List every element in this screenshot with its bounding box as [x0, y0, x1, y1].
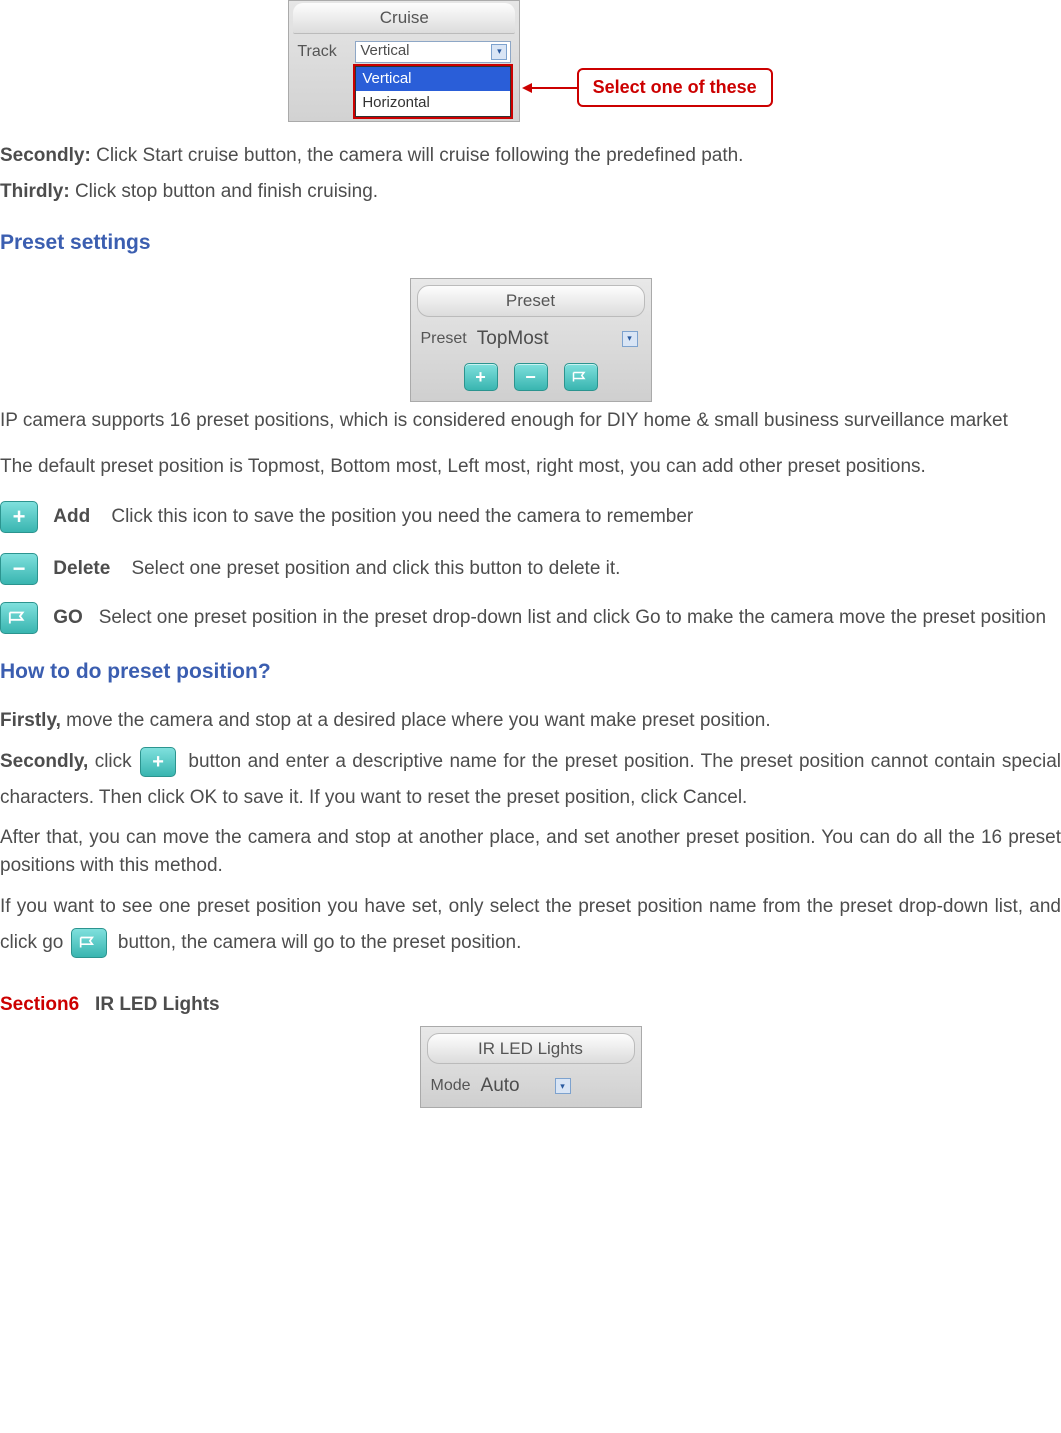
preset-selected: TopMost [477, 325, 549, 354]
secondly-line: Secondly: Click Start cruise button, the… [0, 142, 1061, 171]
cruise-option-horizontal[interactable]: Horizontal [356, 91, 510, 116]
preset-row-label: Preset [421, 327, 467, 351]
plus-icon: + [475, 364, 486, 391]
chevron-down-icon: ▾ [622, 331, 638, 347]
howto-heading: How to do preset position? [0, 656, 1061, 688]
preset-panel: Preset Preset TopMost ▾ + − [410, 278, 652, 402]
ir-panel-title: IR LED Lights [427, 1033, 635, 1065]
thirdly-label: Thirdly: [0, 181, 70, 202]
ir-panel: IR LED Lights Mode Auto ▾ [420, 1026, 642, 1108]
preset-p1: IP camera supports 16 preset positions, … [0, 402, 1061, 440]
go-label: GO [53, 607, 83, 628]
delete-label: Delete [53, 558, 110, 579]
flag-icon [0, 602, 38, 634]
go-definition: GO Select one preset position in the pre… [0, 600, 1061, 636]
section6-title: IR LED Lights [95, 994, 220, 1015]
ifyou-post: button, the camera will go to the preset… [118, 932, 521, 953]
firstly-label: Firstly, [0, 710, 61, 731]
arrow-left-icon [524, 87, 579, 89]
delete-text: Select one preset position and click thi… [131, 558, 620, 579]
cruise-figure: Cruise Track Vertical ▾ Vertical Horizon… [0, 0, 1061, 122]
add-label: Add [53, 506, 90, 527]
minus-icon: − [0, 553, 38, 585]
callout-text: Select one of these [577, 68, 773, 107]
flag-icon [71, 928, 107, 958]
secondly-label2: Secondly, [0, 751, 88, 772]
flag-icon [572, 370, 590, 384]
section6-heading: Section6 IR LED Lights [0, 991, 1061, 1020]
ir-mode-select[interactable]: Auto ▾ [481, 1072, 574, 1101]
preset-select[interactable]: TopMost ▾ [477, 325, 641, 354]
delete-definition: − Delete Select one preset position and … [0, 548, 1061, 590]
ir-figure: IR LED Lights Mode Auto ▾ [0, 1026, 1061, 1108]
plus-icon: + [140, 747, 176, 777]
callout: Select one of these [524, 68, 773, 107]
firstly-text: move the camera and stop at a desired pl… [61, 710, 771, 731]
ir-mode-label: Mode [431, 1074, 471, 1098]
cruise-option-vertical[interactable]: Vertical [356, 67, 510, 92]
cruise-track-label: Track [297, 40, 347, 64]
preset-settings-heading: Preset settings [0, 227, 1061, 259]
go-text: Select one preset position in the preset… [99, 607, 1046, 628]
secondly-pre: click [88, 751, 138, 772]
cruise-panel-title: Cruise [293, 3, 515, 34]
thirdly-line: Thirdly: Click stop button and finish cr… [0, 178, 1061, 207]
cruise-panel: Cruise Track Vertical ▾ Vertical Horizon… [288, 0, 520, 122]
howto-secondly: Secondly, click + button and enter a des… [0, 744, 1061, 816]
preset-figure: Preset Preset TopMost ▾ + − [0, 278, 1061, 402]
preset-go-button[interactable] [564, 363, 598, 391]
howto-after: After that, you can move the camera and … [0, 824, 1061, 881]
thirdly-text: Click stop button and finish cruising. [70, 181, 378, 202]
cruise-track-selected: Vertical [360, 40, 409, 63]
add-text: Click this icon to save the position you… [111, 506, 693, 527]
howto-ifyou: If you want to see one preset position y… [0, 889, 1061, 961]
secondly-text: Click Start cruise button, the camera wi… [91, 145, 744, 166]
cruise-track-dropdown[interactable]: Vertical Horizontal [355, 66, 511, 117]
section6-label: Section6 [0, 994, 79, 1015]
ir-mode-selected: Auto [481, 1072, 520, 1101]
cruise-track-select[interactable]: Vertical ▾ [355, 41, 511, 63]
preset-panel-title: Preset [417, 285, 645, 317]
add-definition: + Add Click this icon to save the positi… [0, 496, 1061, 538]
chevron-down-icon: ▾ [491, 44, 507, 60]
plus-icon: + [0, 501, 38, 533]
secondly-label: Secondly: [0, 145, 91, 166]
preset-p2: The default preset position is Topmost, … [0, 448, 1061, 486]
minus-icon: − [525, 364, 536, 391]
chevron-down-icon: ▾ [555, 1078, 571, 1094]
preset-delete-button[interactable]: − [514, 363, 548, 391]
howto-firstly: Firstly, move the camera and stop at a d… [0, 707, 1061, 736]
preset-add-button[interactable]: + [464, 363, 498, 391]
